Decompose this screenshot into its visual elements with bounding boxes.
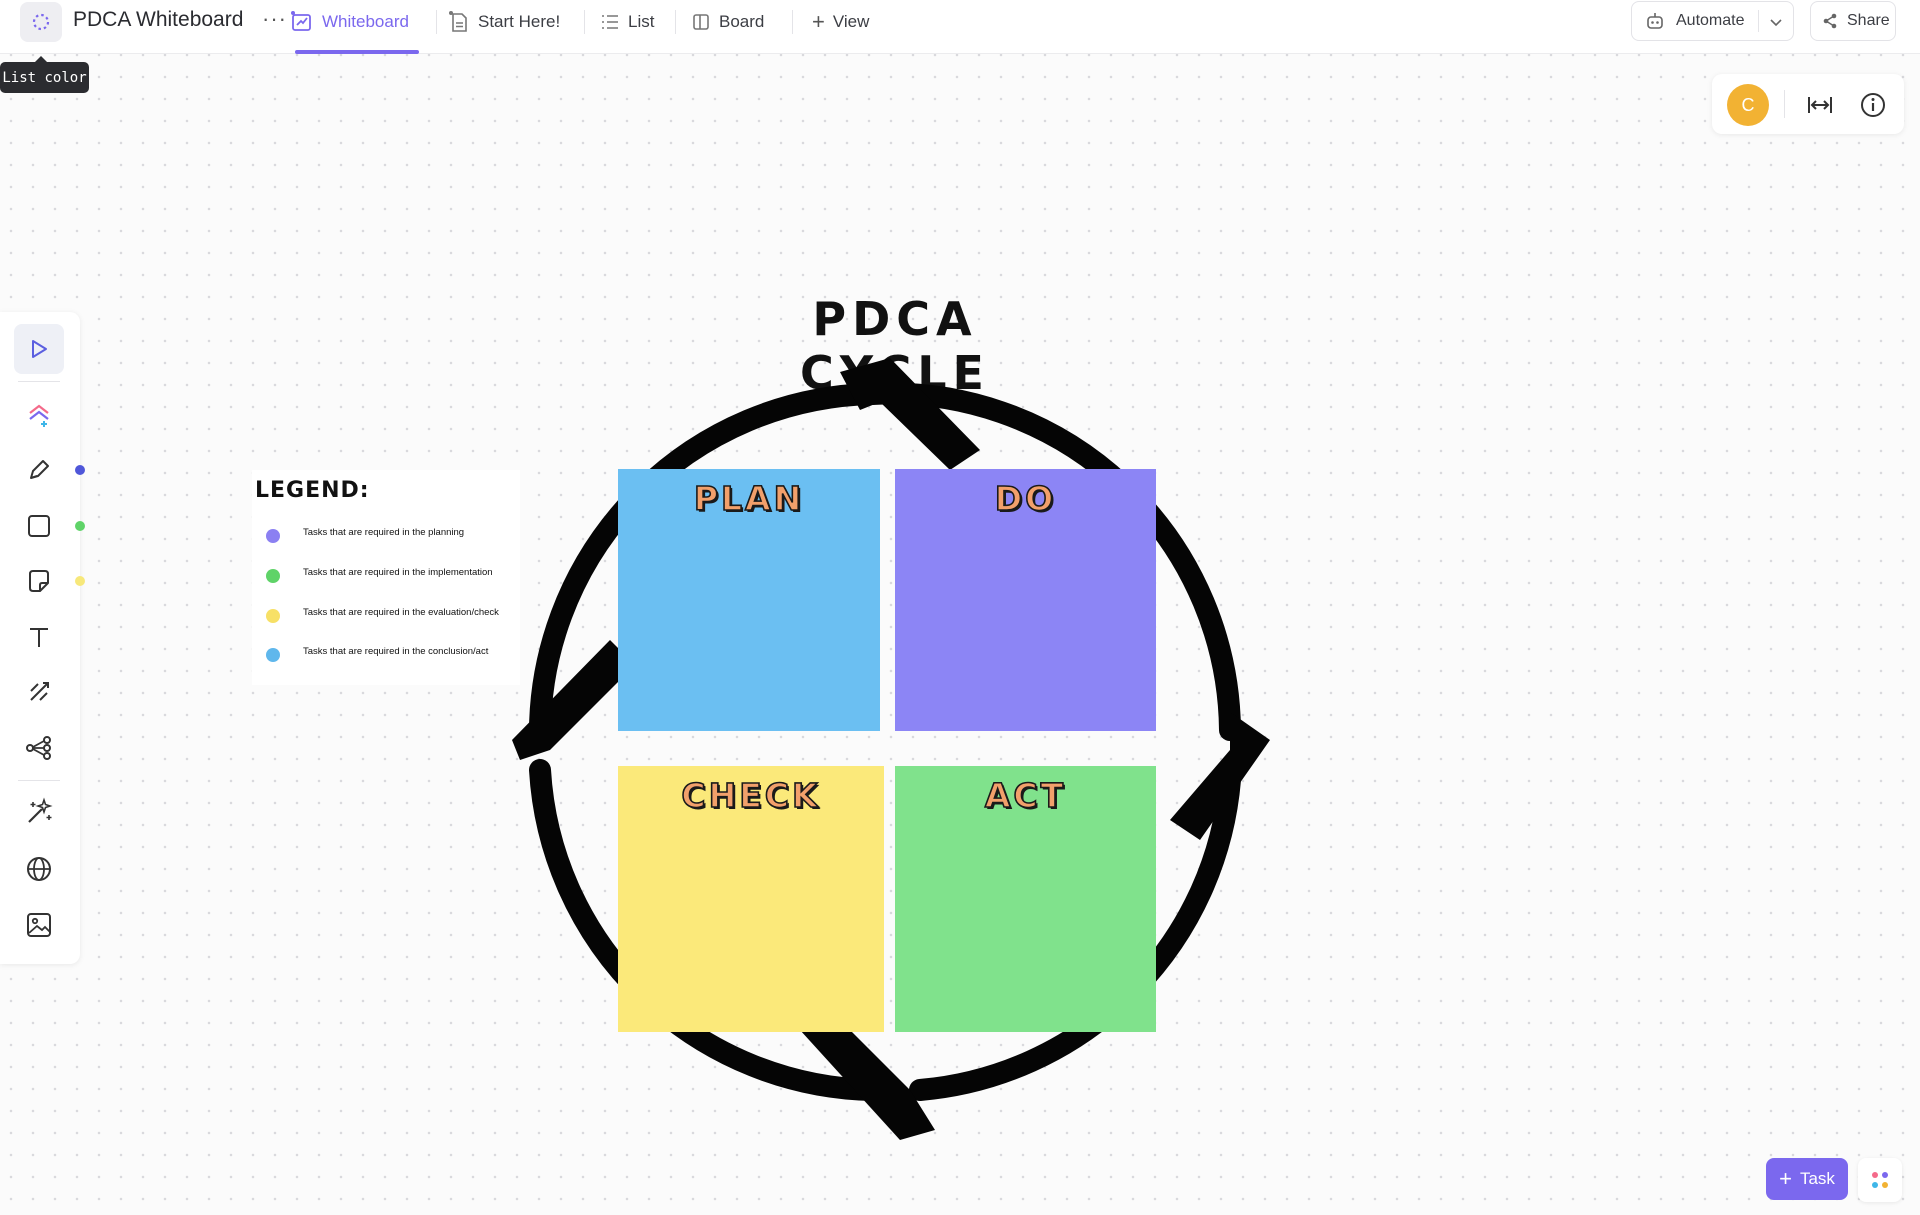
legend-card[interactable]: LEGEND: Tasks that are required in the p…: [252, 470, 520, 685]
sticky-label-plan: PLAN: [693, 478, 805, 519]
text-icon: [30, 628, 48, 647]
sticky-note-tool[interactable]: [14, 556, 64, 606]
pen-icon: [30, 460, 49, 479]
mind-map-icon: [26, 736, 51, 760]
sticky-label-act: ACT: [984, 775, 1067, 816]
share-label: Share: [1847, 12, 1890, 29]
doc-icon: [449, 11, 467, 32]
ai-create-tool[interactable]: [14, 390, 64, 440]
select-tool[interactable]: [14, 324, 64, 374]
top-bar: PDCA Whiteboard ··· Whiteboard Start Her…: [0, 0, 1920, 54]
image-icon: [27, 913, 51, 937]
embed-icon: [27, 857, 51, 881]
tab-list[interactable]: List: [600, 0, 654, 44]
more-options-button[interactable]: ···: [262, 6, 287, 32]
shape-icon: [28, 515, 50, 537]
embed-tool[interactable]: [14, 844, 64, 894]
automate-button[interactable]: Automate: [1631, 1, 1794, 41]
legend-item: Tasks that are required in the planning: [266, 525, 520, 547]
legend-dot-check: [266, 609, 280, 623]
legend-item: Tasks that are required in the conclusio…: [266, 644, 520, 666]
add-view-button[interactable]: + View: [812, 0, 869, 44]
tab-board[interactable]: Board: [691, 0, 764, 44]
sticky-label-check: CHECK: [681, 775, 821, 816]
fit-width-icon[interactable]: [1805, 90, 1835, 120]
legend-text: Tasks that are required in the planning: [303, 527, 465, 538]
list-icon: [602, 15, 618, 29]
board-icon: [693, 14, 709, 30]
legend-text: Tasks that are required in the conclusio…: [303, 646, 489, 657]
whiteboard-icon: [291, 11, 311, 31]
tab-whiteboard-label: Whiteboard: [322, 12, 409, 31]
add-view-label: View: [832, 12, 870, 31]
legend-item: Tasks that are required in the evaluatio…: [266, 605, 520, 627]
legend-item: Tasks that are required in the implement…: [266, 565, 520, 587]
select-icon: [32, 340, 47, 358]
ai-create-icon: [29, 404, 49, 427]
page-title[interactable]: PDCA Whiteboard: [73, 8, 243, 32]
tab-start-here-label: Start Here!: [478, 12, 561, 31]
add-task-button[interactable]: + Task: [1766, 1158, 1848, 1200]
panel-divider: [1784, 90, 1785, 118]
text-tool[interactable]: [14, 612, 64, 662]
button-divider: [1758, 10, 1759, 32]
apps-button[interactable]: [1858, 1158, 1902, 1202]
magic-icon: [28, 797, 53, 823]
sticky-color-dot[interactable]: [75, 576, 85, 586]
tab-divider: [436, 10, 437, 34]
sticky-note-check[interactable]: CHECK: [618, 766, 884, 1032]
share-icon: [1823, 13, 1837, 29]
tab-whiteboard[interactable]: Whiteboard: [290, 0, 409, 44]
image-tool[interactable]: [14, 900, 64, 950]
pen-tool[interactable]: [14, 445, 64, 495]
active-tab-indicator: [295, 50, 419, 54]
toolbar-divider: [18, 381, 60, 382]
info-icon[interactable]: [1858, 90, 1888, 120]
cycle-arrows-ring[interactable]: [480, 340, 1300, 1160]
plus-icon: +: [1779, 1166, 1792, 1191]
legend-dot-act: [266, 648, 280, 662]
tab-divider: [792, 10, 793, 34]
connector-tool[interactable]: [14, 667, 64, 717]
mind-map-tool[interactable]: [14, 723, 64, 773]
list-color-tooltip: List color: [0, 56, 89, 93]
tab-board-label: Board: [719, 12, 765, 31]
robot-icon: [1647, 13, 1663, 29]
user-avatar[interactable]: C: [1727, 84, 1769, 126]
toolbar-divider: [18, 780, 60, 781]
list-color-button[interactable]: [20, 2, 62, 42]
legend-dot-do: [266, 569, 280, 583]
sticky-note-plan[interactable]: PLAN: [618, 469, 880, 731]
plus-icon: +: [812, 9, 825, 34]
chevron-down-icon[interactable]: [1768, 14, 1784, 30]
sticky-note-icon: [29, 570, 49, 592]
tab-start-here[interactable]: Start Here!: [448, 0, 560, 44]
automate-label: Automate: [1676, 12, 1745, 29]
share-button[interactable]: Share: [1810, 1, 1896, 41]
shape-color-dot[interactable]: [75, 521, 85, 531]
legend-text: Tasks that are required in the implement…: [303, 567, 493, 578]
tab-divider: [584, 10, 585, 34]
legend-text: Tasks that are required in the evaluatio…: [303, 607, 499, 618]
tab-list-label: List: [628, 12, 655, 31]
legend-title: LEGEND:: [255, 478, 370, 503]
sticky-note-do[interactable]: DO: [895, 469, 1156, 731]
apps-icon: [1872, 1172, 1888, 1188]
pen-color-dot[interactable]: [75, 465, 85, 475]
legend-dot-plan: [266, 529, 280, 543]
shape-tool[interactable]: [14, 501, 64, 551]
list-status-icon: [32, 13, 50, 31]
connector-icon: [30, 682, 49, 701]
tab-divider: [675, 10, 676, 34]
sticky-note-act[interactable]: ACT: [895, 766, 1156, 1032]
whiteboard-toolbar: [0, 312, 85, 964]
magic-tool[interactable]: [14, 787, 64, 837]
task-button-label: Task: [1799, 1169, 1835, 1188]
sticky-label-do: DO: [994, 478, 1057, 519]
board-controls-panel: C: [1712, 74, 1904, 134]
